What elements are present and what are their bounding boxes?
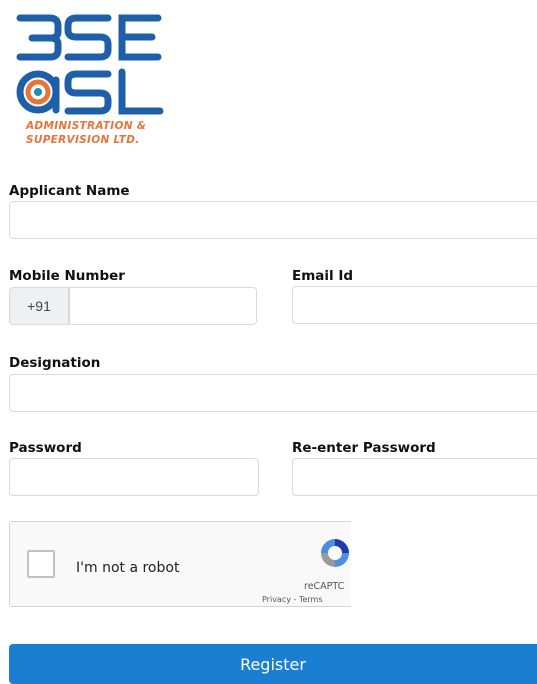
- designation-label: Designation: [9, 355, 101, 371]
- password-label: Password: [9, 440, 82, 456]
- logo-graphic: [16, 14, 164, 115]
- reenter-password-input[interactable]: [292, 458, 537, 496]
- logo-subtitle-line2: SUPERVISION LTD.: [26, 134, 140, 146]
- email-id-label: Email Id: [292, 268, 354, 284]
- applicant-name-label: Applicant Name: [9, 183, 130, 199]
- password-input[interactable]: [9, 458, 259, 496]
- register-button-label: Register: [240, 654, 306, 674]
- recaptcha-brand-text: reCAPTC: [304, 581, 345, 592]
- recaptcha-links: Privacy - Terms: [262, 595, 323, 604]
- recaptcha-label: I'm not a robot: [76, 560, 180, 576]
- designation-input[interactable]: [9, 374, 537, 412]
- mobile-number-input[interactable]: [69, 287, 257, 325]
- recaptcha-link-separator: -: [290, 595, 299, 604]
- recaptcha-logo-icon: [321, 539, 349, 567]
- recaptcha-terms-link[interactable]: Terms: [299, 595, 323, 604]
- applicant-name-input[interactable]: [9, 201, 537, 239]
- recaptcha-widget: I'm not a robot reCAPTC Privacy - Terms: [9, 521, 351, 607]
- recaptcha-checkbox[interactable]: [27, 550, 55, 578]
- mobile-number-label: Mobile Number: [9, 268, 125, 284]
- country-code-prefix: +91: [9, 287, 69, 325]
- recaptcha-privacy-link[interactable]: Privacy: [262, 595, 291, 604]
- bse-asl-logo: ADMINISTRATION & SUPERVISION LTD.: [10, 10, 170, 150]
- logo-subtitle-line1: ADMINISTRATION &: [26, 120, 147, 132]
- register-button[interactable]: Register: [9, 644, 537, 684]
- email-id-input[interactable]: [292, 286, 537, 324]
- reenter-password-label: Re-enter Password: [292, 440, 436, 456]
